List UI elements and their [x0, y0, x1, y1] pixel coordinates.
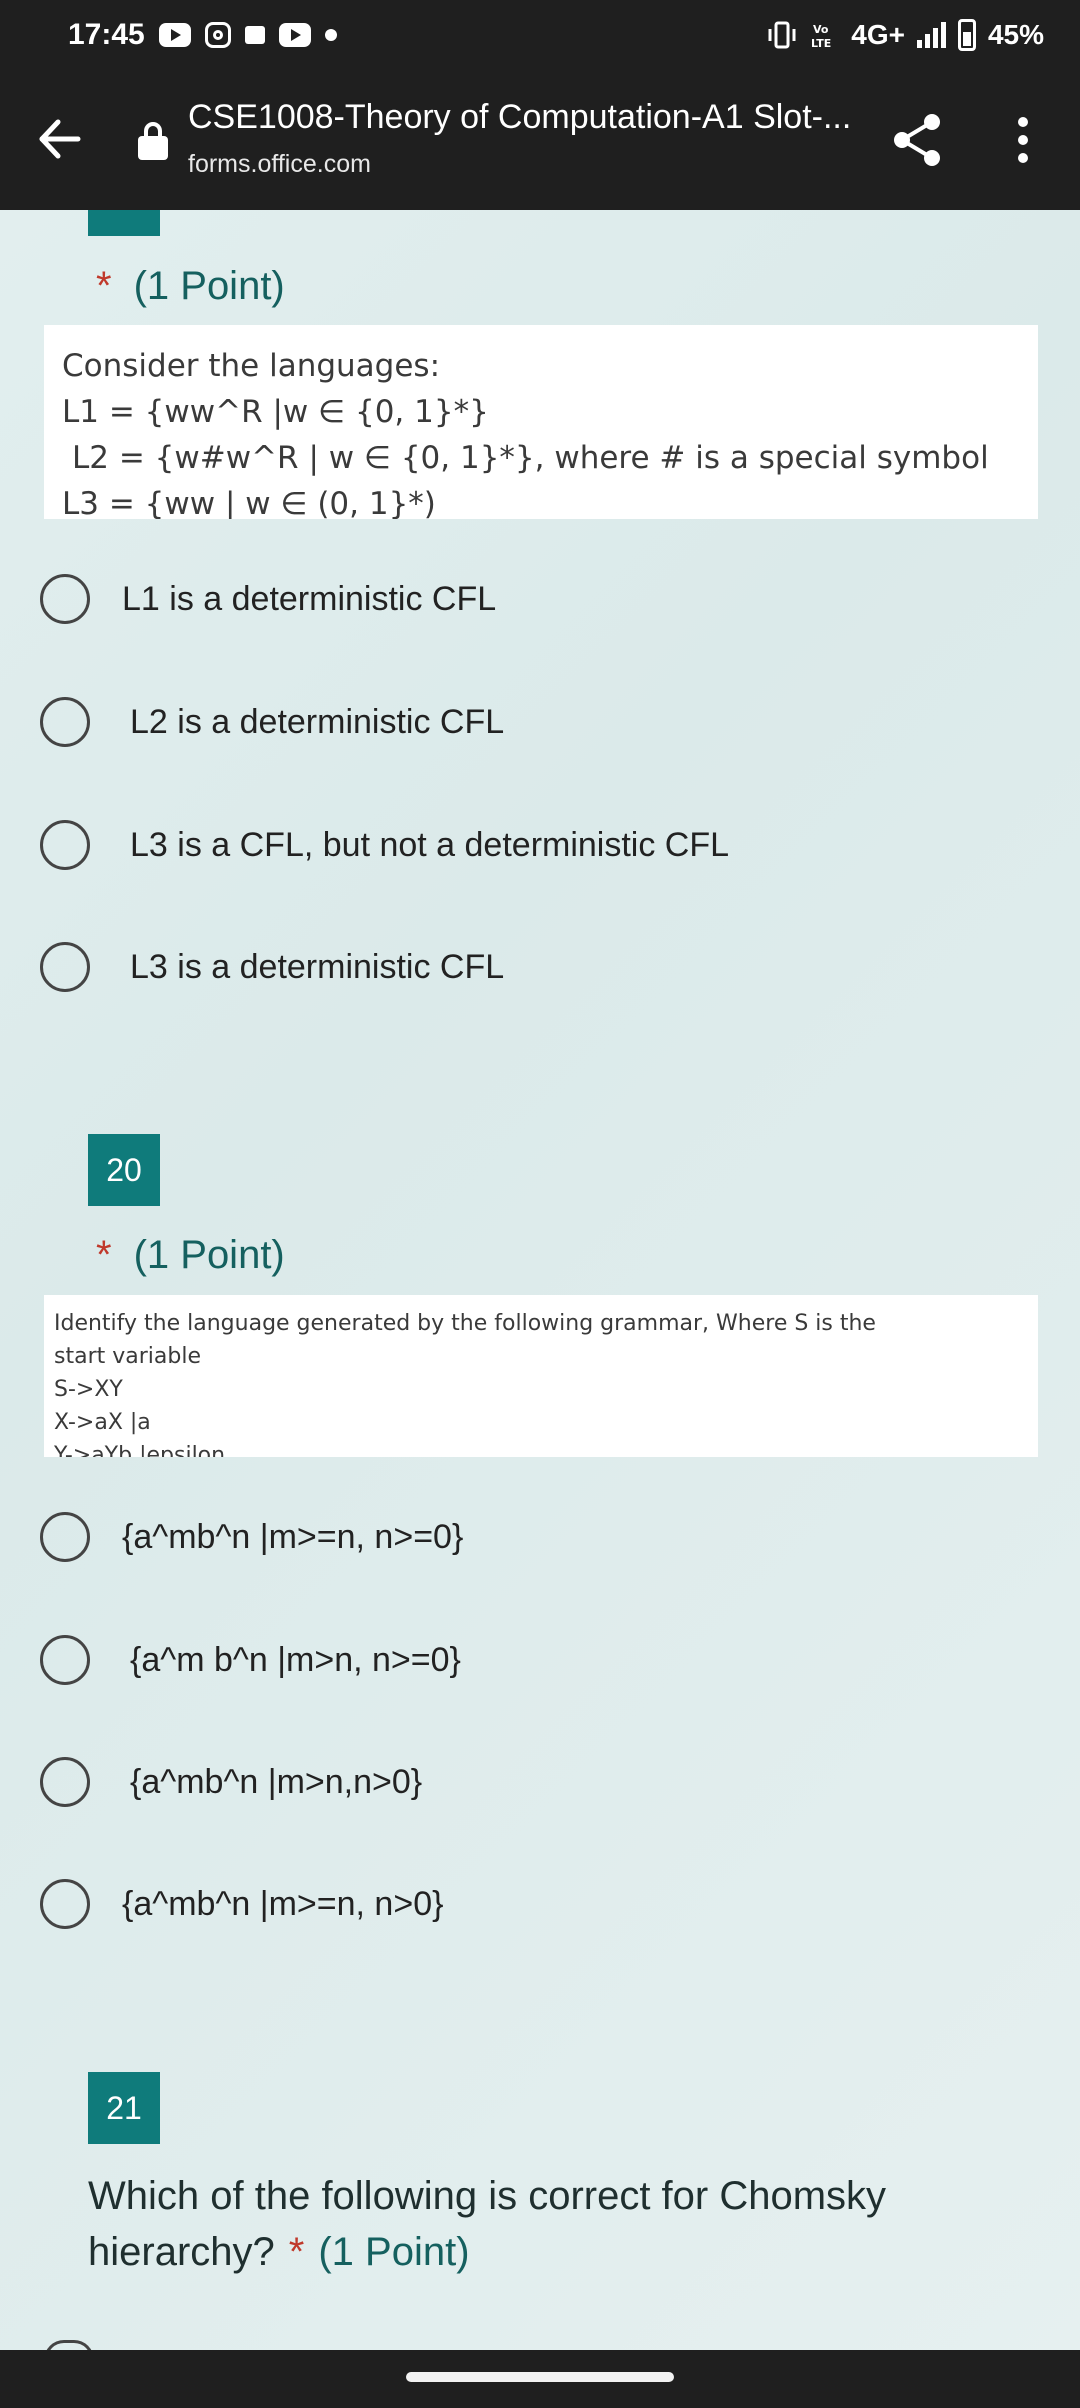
option-label[interactable]: L3 is a deterministic CFL: [130, 948, 504, 987]
notification-dot-icon: [324, 29, 337, 41]
network-type: 4G+: [851, 19, 905, 50]
svg-text:Vo: Vo: [813, 23, 829, 36]
more-vert-icon[interactable]: [1008, 110, 1038, 170]
question-image-line: L3 = {ww | w ∈ (0, 1}*): [62, 486, 436, 519]
option-label[interactable]: {a^mb^n |m>=n, n>0}: [122, 1885, 443, 1924]
instagram-icon: [204, 22, 231, 48]
question-number-badge: 20: [88, 1134, 160, 1206]
option-label[interactable]: L2 is a deterministic CFL: [130, 703, 504, 742]
required-marker: *: [96, 264, 112, 308]
question-image-line: Y->aYb |epsilon: [54, 1443, 226, 1457]
answer-option[interactable]: {a^m b^n |m>n, n>=0}: [40, 1635, 461, 1685]
radio-button[interactable]: [40, 1512, 90, 1562]
radio-button[interactable]: [40, 697, 90, 747]
radio-button[interactable]: [40, 820, 90, 870]
option-label[interactable]: {a^m b^n |m>n, n>=0}: [130, 1641, 461, 1680]
points-label: (1 Point): [133, 1233, 285, 1277]
question-number-badge: [88, 210, 160, 236]
radio-button[interactable]: [40, 942, 90, 992]
youtube-icon: [158, 23, 191, 47]
navigation-bar: [0, 2350, 1080, 2408]
signal-icon: [916, 22, 946, 48]
question-points: * (1 Point): [96, 1233, 285, 1278]
option-label[interactable]: L3 is a CFL, but not a deterministic CFL: [130, 826, 729, 865]
question-image-line: S->XY: [54, 1377, 123, 1402]
page-title[interactable]: CSE1008-Theory of Computation-A1 Slot-..…: [188, 98, 851, 137]
status-bar: 17:45 Vo LTE 4G+ 45%: [0, 0, 1080, 70]
points-label: (1 Point): [133, 264, 285, 308]
status-time: 17:45: [68, 18, 145, 51]
answer-option[interactable]: L2 is a deterministic CFL: [40, 697, 504, 747]
option-label[interactable]: {a^mb^n |m>n,n>0}: [130, 1763, 422, 1802]
answer-option[interactable]: L1 is a deterministic CFL: [40, 574, 496, 624]
question-points: * (1 Point): [96, 264, 285, 309]
question-image-line: X->aX |a: [54, 1410, 151, 1435]
question-image: Consider the languages: L1 = {ww^R |w ∈ …: [44, 325, 1038, 519]
youtube-icon: [278, 23, 311, 47]
question-image: Identify the language generated by the f…: [44, 1295, 1038, 1457]
radio-button[interactable]: [40, 574, 90, 624]
question-text: Which of the following is correct for Ch…: [88, 2168, 1008, 2280]
radio-button[interactable]: [40, 1757, 90, 1807]
browser-toolbar: CSE1008-Theory of Computation-A1 Slot-..…: [0, 70, 1080, 210]
required-marker: *: [96, 1233, 112, 1277]
question-image-line: start variable: [54, 1344, 201, 1369]
answer-option[interactable]: {a^mb^n |m>=n, n>=0}: [40, 1512, 463, 1562]
share-icon[interactable]: [888, 110, 948, 170]
svg-text:LTE: LTE: [811, 37, 831, 49]
question-image-line: Identify the language generated by the f…: [54, 1311, 876, 1336]
answer-option[interactable]: {a^mb^n |m>=n, n>0}: [40, 1879, 443, 1929]
gift-icon: [244, 26, 265, 44]
question-image-line: L1 = {ww^R |w ∈ {0, 1}*}: [62, 394, 489, 430]
vibrate-icon: [768, 21, 796, 49]
question-image-line: Consider the languages:: [62, 348, 441, 384]
question-number-badge: 21: [88, 2072, 160, 2144]
question-text-body: Which of the following is correct for Ch…: [88, 2174, 887, 2274]
radio-button[interactable]: [40, 1879, 90, 1929]
answer-option[interactable]: L3 is a CFL, but not a deterministic CFL: [40, 820, 729, 870]
question-image-line: L2 = {w#w^R | w ∈ {0, 1}*}, where # is a…: [72, 440, 989, 476]
home-gesture-handle[interactable]: [406, 2372, 674, 2382]
required-marker: *: [288, 2230, 305, 2274]
lock-icon[interactable]: [138, 122, 168, 162]
radio-button[interactable]: [40, 1635, 90, 1685]
battery-icon: [957, 19, 976, 51]
volte-icon: Vo LTE: [811, 23, 831, 49]
answer-option[interactable]: {a^mb^n |m>n,n>0}: [40, 1757, 422, 1807]
answer-option[interactable]: L3 is a deterministic CFL: [40, 942, 504, 992]
option-label[interactable]: {a^mb^n |m>=n, n>=0}: [122, 1518, 463, 1557]
points-label: (1 Point): [318, 2230, 470, 2274]
back-arrow-icon[interactable]: [34, 114, 84, 164]
battery-percent: 45%: [987, 19, 1044, 50]
page-url[interactable]: forms.office.com: [188, 150, 371, 179]
option-label[interactable]: L1 is a deterministic CFL: [122, 580, 496, 619]
